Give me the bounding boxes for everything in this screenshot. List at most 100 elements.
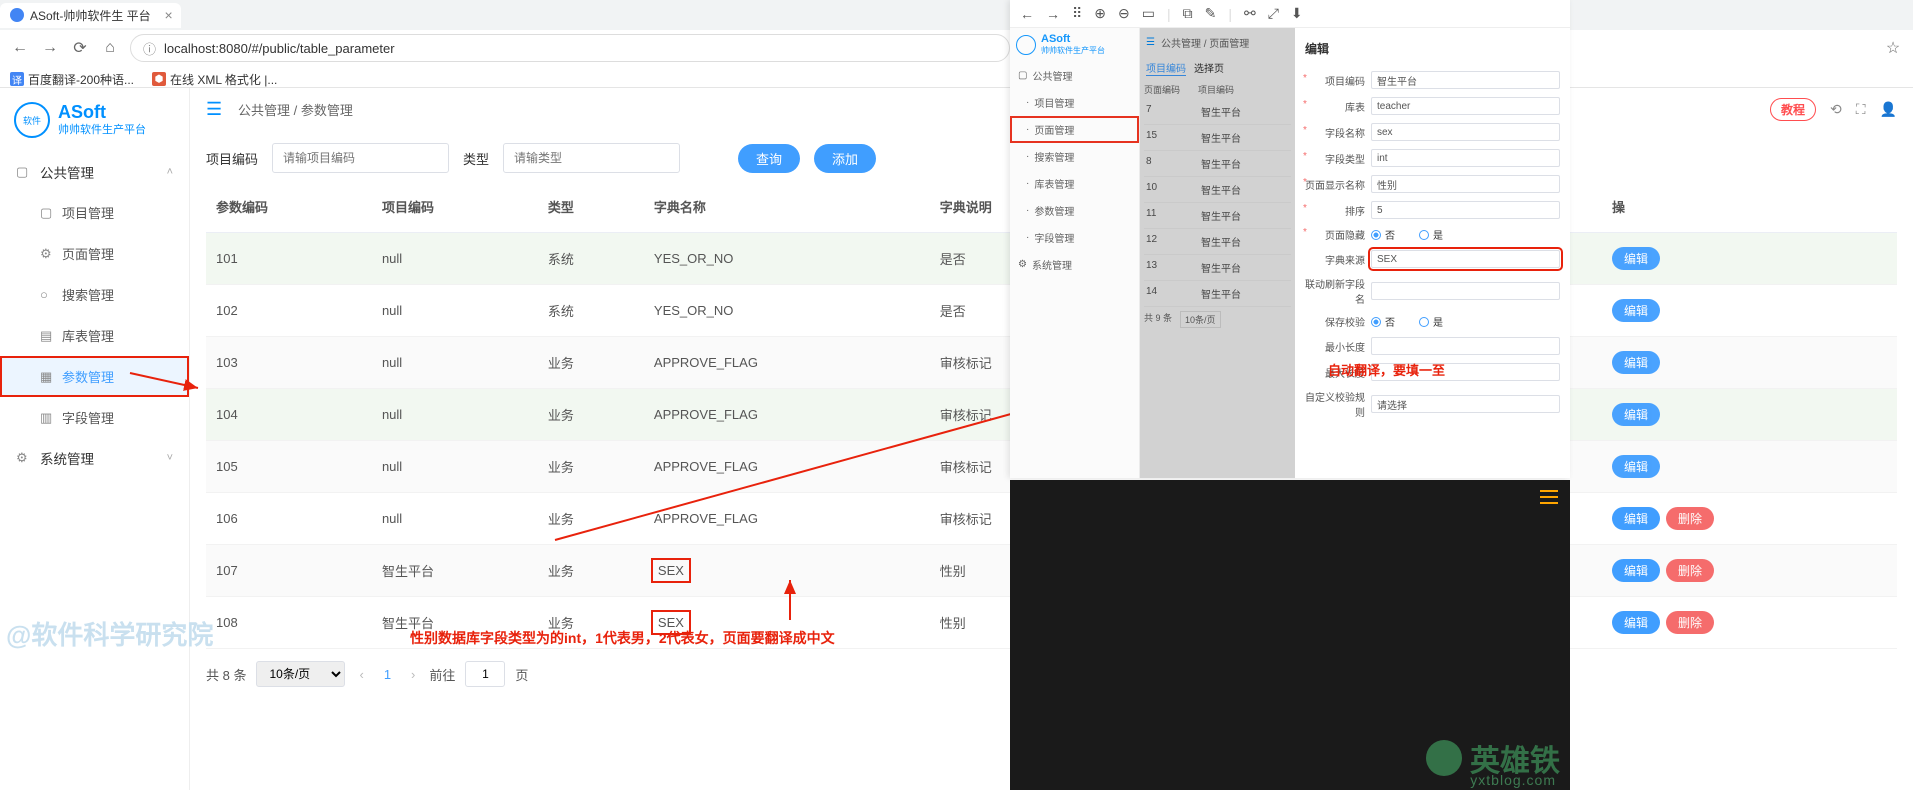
- bookmark-item[interactable]: 译 百度翻译-200种语...: [10, 71, 134, 88]
- sidebar-item[interactable]: ▥字段管理: [0, 397, 189, 438]
- overlay-sidebar-item[interactable]: ·项目管理: [1010, 89, 1139, 116]
- logo: 软件 ASoft 帅帅软件生产平台: [0, 92, 189, 152]
- edit-button[interactable]: 编辑: [1612, 351, 1660, 374]
- edit-button[interactable]: 编辑: [1612, 455, 1660, 478]
- edit-button[interactable]: 编辑: [1612, 403, 1660, 426]
- link-icon[interactable]: ⚯: [1244, 5, 1256, 22]
- sidebar-icon: ▦: [40, 369, 54, 385]
- overlay-row[interactable]: 7智生平台: [1144, 99, 1291, 125]
- table-cell: 101: [206, 233, 372, 285]
- back-icon[interactable]: ←: [10, 38, 30, 58]
- zoom-out-icon[interactable]: ⊖: [1118, 5, 1130, 22]
- overlay-row[interactable]: 8智生平台: [1144, 151, 1291, 177]
- page-size-select[interactable]: 10条/页: [256, 661, 345, 687]
- sidebar-group-system[interactable]: ⚙系统管理 ˅: [0, 438, 189, 478]
- radio-option[interactable]: 否: [1371, 314, 1395, 329]
- overlay-row[interactable]: 12智生平台: [1144, 229, 1291, 255]
- form-input[interactable]: [1371, 282, 1560, 300]
- query-button[interactable]: 查询: [738, 144, 800, 173]
- sidebar-item-label: 参数管理: [62, 367, 114, 386]
- edit-button[interactable]: 编辑: [1612, 611, 1660, 634]
- form-input[interactable]: [1371, 97, 1560, 115]
- table-cell: 业务: [538, 441, 644, 493]
- overlay-sidebar-item[interactable]: ·字段管理: [1010, 224, 1139, 251]
- table-cell: SEX: [644, 545, 930, 597]
- browser-tab[interactable]: ASoft-帅帅软件生 平台 ×: [0, 3, 181, 28]
- search-label: 类型: [463, 149, 489, 168]
- user-icon[interactable]: 👤: [1880, 101, 1897, 118]
- sidebar-item[interactable]: ⚙页面管理: [0, 233, 189, 274]
- edit-button[interactable]: 编辑: [1612, 559, 1660, 582]
- overlay-row[interactable]: 15智生平台: [1144, 125, 1291, 151]
- goto-label: 前往: [429, 665, 455, 684]
- radio-option[interactable]: 是: [1419, 227, 1443, 242]
- radio-option[interactable]: 是: [1419, 314, 1443, 329]
- zoom-in-icon[interactable]: ⊕: [1094, 5, 1106, 22]
- logo-icon: 软件: [14, 102, 50, 138]
- sidebar-item[interactable]: ○搜索管理: [0, 274, 189, 315]
- menu-toggle-icon[interactable]: ☰: [206, 99, 226, 120]
- form-label: 字段类型: [1305, 151, 1365, 166]
- bookmark-item[interactable]: ⬢ 在线 XML 格式化 |...: [152, 71, 277, 88]
- grid-icon[interactable]: ⠿: [1072, 5, 1082, 22]
- fit-icon[interactable]: ▭: [1142, 5, 1155, 22]
- project-code-input[interactable]: [272, 143, 449, 173]
- delete-button[interactable]: 删除: [1666, 507, 1714, 530]
- overlay-sidebar-item[interactable]: ·参数管理: [1010, 197, 1139, 224]
- close-icon[interactable]: ×: [165, 7, 173, 23]
- home-icon[interactable]: ⌂: [100, 38, 120, 58]
- download-icon[interactable]: ⬇: [1291, 5, 1303, 22]
- overlay-screenshot: ← → ⠿ ⊕ ⊖ ▭ | ⧉ ✎ | ⚯ ⤢ ⬇ ASoft帅帅软件生产平台 …: [1010, 0, 1570, 478]
- expand-icon[interactable]: ⤢: [1268, 5, 1279, 22]
- overlay-row[interactable]: 11智生平台: [1144, 203, 1291, 229]
- star-icon[interactable]: ☆: [1883, 38, 1903, 58]
- url-bar[interactable]: ⓘ localhost:8080/#/public/table_paramete…: [130, 34, 1010, 62]
- add-button[interactable]: 添加: [814, 144, 876, 173]
- table-cell: null: [372, 389, 538, 441]
- form-input[interactable]: [1371, 175, 1560, 193]
- form-input[interactable]: [1371, 337, 1560, 355]
- sidebar-item[interactable]: ▤库表管理: [0, 315, 189, 356]
- overlay-sidebar-item[interactable]: ·库表管理: [1010, 170, 1139, 197]
- menu-icon[interactable]: [1540, 490, 1558, 504]
- form-input[interactable]: [1371, 201, 1560, 219]
- refresh-icon[interactable]: ⟲: [1830, 101, 1842, 118]
- form-input[interactable]: [1371, 123, 1560, 141]
- reload-icon[interactable]: ⟳: [70, 38, 90, 58]
- browser-chrome: ASoft-帅帅软件生 平台 × ← → ⟳ ⌂ ⓘ localhost:808…: [0, 0, 1913, 88]
- form-input[interactable]: [1371, 149, 1560, 167]
- overlay-row[interactable]: 14智生平台: [1144, 281, 1291, 307]
- forward-icon[interactable]: →: [1046, 6, 1060, 22]
- overlay-toolbar: ← → ⠿ ⊕ ⊖ ▭ | ⧉ ✎ | ⚯ ⤢ ⬇: [1010, 0, 1570, 28]
- overlay-sidebar-item[interactable]: ·搜索管理: [1010, 143, 1139, 170]
- sidebar-item[interactable]: ▦ 参数管理: [0, 356, 189, 397]
- tutorial-link[interactable]: 教程: [1770, 98, 1816, 121]
- overlay-sidebar-item[interactable]: ·页面管理: [1010, 116, 1139, 143]
- delete-button[interactable]: 删除: [1666, 559, 1714, 582]
- edit-button[interactable]: 编辑: [1612, 247, 1660, 270]
- delete-button[interactable]: 删除: [1666, 611, 1714, 634]
- radio-option[interactable]: 否: [1371, 227, 1395, 242]
- form-input[interactable]: [1371, 71, 1560, 89]
- form-input[interactable]: [1371, 250, 1560, 268]
- next-page-icon[interactable]: ›: [407, 667, 419, 682]
- sidebar-item-label: 项目管理: [62, 203, 114, 222]
- overlay-row[interactable]: 10智生平台: [1144, 177, 1291, 203]
- edit-button[interactable]: 编辑: [1612, 299, 1660, 322]
- copy-icon[interactable]: ⧉: [1183, 5, 1193, 22]
- sidebar-item[interactable]: ▢项目管理: [0, 192, 189, 233]
- sidebar-group-public[interactable]: ▢公共管理 ˄: [0, 152, 189, 192]
- table-cell: 103: [206, 337, 372, 389]
- back-icon[interactable]: ←: [1020, 6, 1034, 22]
- prev-page-icon[interactable]: ‹: [355, 667, 367, 682]
- table-cell: 系统: [538, 285, 644, 337]
- forward-icon[interactable]: →: [40, 38, 60, 58]
- edit-icon[interactable]: ✎: [1205, 5, 1217, 22]
- page-number[interactable]: 1: [378, 667, 397, 682]
- fullscreen-icon[interactable]: ⛶: [1856, 101, 1866, 118]
- edit-button[interactable]: 编辑: [1612, 507, 1660, 530]
- type-input[interactable]: [503, 143, 680, 173]
- overlay-row[interactable]: 13智生平台: [1144, 255, 1291, 281]
- goto-input[interactable]: [465, 661, 505, 687]
- form-input[interactable]: [1371, 395, 1560, 413]
